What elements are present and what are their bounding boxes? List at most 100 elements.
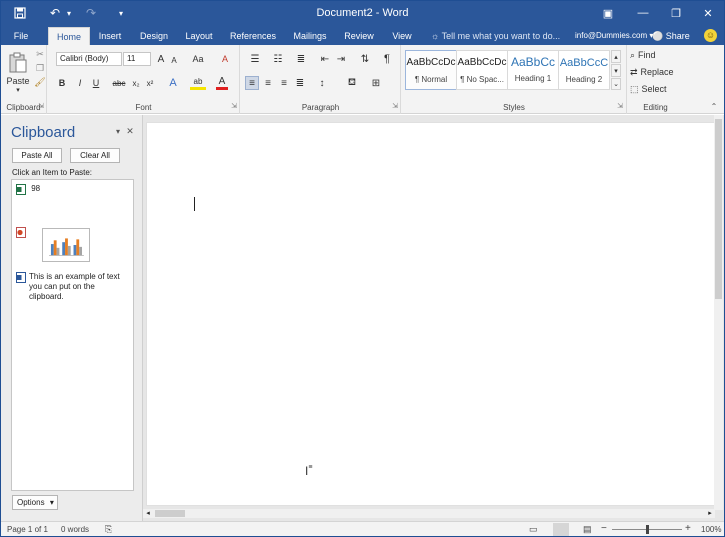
tab-review[interactable]: Review xyxy=(340,27,378,45)
word-count[interactable]: 0 words xyxy=(61,525,89,534)
web-layout-icon[interactable]: ▤ xyxy=(583,524,592,535)
text-effects-icon[interactable]: A xyxy=(166,76,180,90)
shading-icon[interactable]: ⛾ xyxy=(343,76,361,90)
strikethrough-button[interactable]: abc xyxy=(111,76,127,90)
copy-icon[interactable]: ❐ xyxy=(35,63,45,73)
styles-more-icon[interactable]: ⌄ xyxy=(611,78,621,90)
change-case-icon[interactable]: Aa xyxy=(190,52,206,66)
clear-all-button[interactable]: Clear All xyxy=(70,148,120,163)
subscript-button[interactable]: x₂ xyxy=(130,76,142,90)
paste-icon[interactable] xyxy=(7,51,29,75)
minimize-button[interactable]: — xyxy=(628,4,658,22)
style-heading-2[interactable]: AaBbCcC Heading 2 xyxy=(558,50,610,90)
decrease-indent-icon[interactable]: ⇤ xyxy=(319,52,331,66)
clipboard-item-text-snippet[interactable]: This is an example of text you can put o… xyxy=(16,272,128,302)
multilevel-list-icon[interactable]: ≣ xyxy=(292,52,310,66)
style-no-spacing[interactable]: AaBbCcDc ¶ No Spac... xyxy=(456,50,508,90)
line-spacing-icon[interactable]: ↕ xyxy=(313,76,331,90)
collapse-ribbon-icon[interactable]: ⌃ xyxy=(709,102,719,111)
zoom-out-icon[interactable]: − xyxy=(601,523,607,534)
tab-home[interactable]: Home xyxy=(48,27,90,45)
tab-mailings[interactable]: Mailings xyxy=(288,27,332,45)
document-area: I≡ ◂ ▸ xyxy=(143,115,724,521)
zoom-level[interactable]: 100% xyxy=(701,525,721,534)
close-icon[interactable]: ✕ xyxy=(125,126,135,136)
scroll-left-icon[interactable]: ◂ xyxy=(144,509,152,518)
bullets-icon[interactable]: ☰ xyxy=(246,52,264,66)
font-size-select[interactable]: 11 xyxy=(123,52,151,66)
align-center-icon[interactable]: ≡ xyxy=(261,76,275,90)
tab-design[interactable]: Design xyxy=(135,27,173,45)
sort-icon[interactable]: ⇅ xyxy=(359,52,371,66)
format-painter-icon[interactable]: 🖌 xyxy=(34,77,45,87)
show-formatting-icon[interactable]: ¶ xyxy=(381,52,393,66)
styles-scroll-up-icon[interactable]: ▴ xyxy=(611,50,621,63)
feedback-smiley-icon[interactable]: ☺ xyxy=(704,29,717,42)
close-button[interactable]: ✕ xyxy=(693,4,723,22)
paste-all-button[interactable]: Paste All xyxy=(12,148,62,163)
scroll-right-icon[interactable]: ▸ xyxy=(706,509,714,518)
document-page[interactable]: I≡ xyxy=(146,122,715,506)
paste-dropdown-icon[interactable]: ▾ xyxy=(13,86,23,94)
justify-icon[interactable]: ≣ xyxy=(293,76,307,90)
read-mode-icon[interactable]: ▭ xyxy=(529,524,538,535)
superscript-button[interactable]: x² xyxy=(144,76,156,90)
underline-button[interactable]: U xyxy=(91,76,101,90)
style-heading-1[interactable]: AaBbCc Heading 1 xyxy=(507,50,559,90)
zoom-slider-thumb[interactable] xyxy=(646,525,649,534)
tab-insert[interactable]: Insert xyxy=(94,27,126,45)
word-window: ↶ ▾ ↷ ▾ Document2 - Word ▣ — ❐ ✕ File Ho… xyxy=(0,0,725,537)
ribbon-display-options-icon[interactable]: ▣ xyxy=(593,4,623,22)
clipboard-launcher-icon[interactable]: ⇲ xyxy=(37,102,45,110)
print-layout-icon[interactable] xyxy=(553,523,569,536)
font-color-icon[interactable]: A xyxy=(216,76,228,90)
align-left-icon[interactable]: ≡ xyxy=(245,76,259,90)
clipboard-item-chart[interactable] xyxy=(16,227,131,265)
style-normal[interactable]: AaBbCcDc ¶ Normal xyxy=(405,50,457,90)
italic-button[interactable]: I xyxy=(75,76,85,90)
select-button[interactable]: ⬚ Select xyxy=(630,82,680,96)
options-button[interactable]: Options ▾ xyxy=(12,495,58,510)
bold-button[interactable]: B xyxy=(57,76,67,90)
proofing-icon[interactable]: ⎘ xyxy=(105,524,112,535)
clipboard-item-text: 98 xyxy=(31,184,41,193)
find-button[interactable]: ⌕ Find xyxy=(630,48,680,62)
person-icon: ⚪ xyxy=(652,31,664,41)
paragraph-launcher-icon[interactable]: ⇲ xyxy=(391,102,399,110)
highlight-color-icon[interactable]: ab xyxy=(190,76,206,90)
clear-formatting-icon[interactable]: A xyxy=(218,52,232,66)
styles-launcher-icon[interactable]: ⇲ xyxy=(616,102,624,110)
align-right-icon[interactable]: ≡ xyxy=(277,76,291,90)
horizontal-scroll-thumb[interactable] xyxy=(155,510,185,517)
editing-group-label: Editing xyxy=(643,103,668,112)
tab-references[interactable]: References xyxy=(227,27,279,45)
shrink-font-icon[interactable]: A xyxy=(169,54,179,66)
vertical-scroll-thumb[interactable] xyxy=(715,119,722,299)
borders-icon[interactable]: ⊞ xyxy=(367,76,385,90)
page-count[interactable]: Page 1 of 1 xyxy=(7,525,48,534)
powerpoint-icon xyxy=(16,227,26,238)
account-menu[interactable]: info@Dummies.com ▾ xyxy=(575,27,653,45)
font-family-select[interactable]: Calibri (Body) xyxy=(56,52,122,66)
tab-layout[interactable]: Layout xyxy=(181,27,217,45)
tell-me-box[interactable]: ☼ Tell me what you want to do... xyxy=(431,27,560,45)
tab-file[interactable]: File xyxy=(7,27,35,45)
styles-scroll-down-icon[interactable]: ▾ xyxy=(611,64,621,77)
increase-indent-icon[interactable]: ⇥ xyxy=(335,52,347,66)
share-button[interactable]: ⚪ Share xyxy=(652,27,690,45)
numbering-icon[interactable]: ☷ xyxy=(269,52,287,66)
replace-button[interactable]: ⇄ Replace xyxy=(630,65,682,79)
font-group-label: Font xyxy=(135,103,152,112)
paste-button-label[interactable]: Paste xyxy=(5,76,31,86)
clipboard-items-list: 98 This is an example of text you can pu… xyxy=(11,179,134,491)
grow-font-icon[interactable]: A xyxy=(156,52,166,66)
zoom-in-icon[interactable]: + xyxy=(685,523,691,534)
horizontal-scrollbar[interactable]: ◂ ▸ xyxy=(143,509,715,518)
maximize-button[interactable]: ❐ xyxy=(661,4,691,22)
tab-view[interactable]: View xyxy=(387,27,417,45)
pane-menu-icon[interactable]: ▾ xyxy=(113,126,123,136)
vertical-scrollbar[interactable] xyxy=(714,115,723,510)
cut-icon[interactable]: ✂ xyxy=(35,49,45,59)
clipboard-item-excel[interactable]: 98 xyxy=(16,184,40,195)
font-launcher-icon[interactable]: ⇲ xyxy=(230,102,238,110)
